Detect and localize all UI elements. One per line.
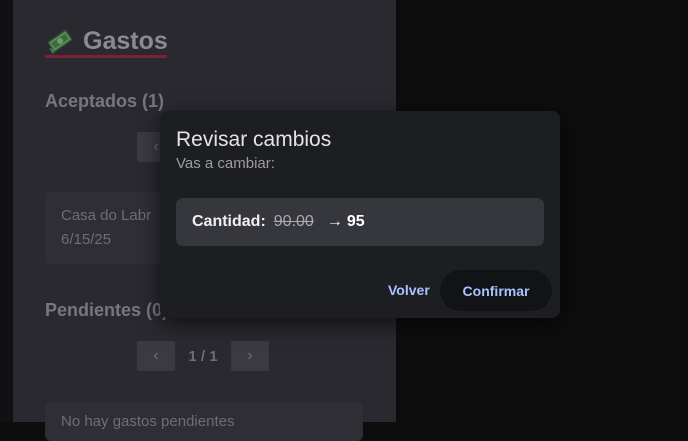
chevron-left-icon: ‹ (153, 138, 159, 155)
money-icon (45, 26, 75, 56)
pending-pager: ‹ 1 / 1 › (137, 341, 269, 371)
back-button[interactable]: Volver (382, 278, 436, 302)
empty-state: No hay gastos pendientes (45, 401, 363, 441)
confirm-button[interactable]: Confirmar (440, 270, 552, 311)
section-title-text: Gastos (83, 26, 168, 55)
review-changes-dialog: Revisar cambios Vas a cambiar: Cantidad:… (160, 111, 560, 318)
expense-name: Casa do Labr (61, 207, 152, 224)
next-page-button[interactable]: › (231, 341, 269, 371)
expense-date: 6/15/25 (61, 231, 112, 248)
pending-heading: Pendientes (0) (45, 300, 169, 320)
page-indicator: 1 / 1 (188, 347, 218, 365)
old-value: 90.00 (273, 213, 314, 230)
prev-page-button[interactable]: ‹ (137, 341, 175, 371)
expense-card[interactable]: Casa do Labr 6/15/25 (45, 192, 175, 264)
new-value: 95 (346, 213, 365, 230)
accepted-heading: Aceptados (1) (45, 91, 165, 111)
change-summary: Cantidad: 90.00 → 95 (176, 198, 544, 246)
dialog-subtitle: Vas a cambiar: (176, 155, 275, 172)
change-field-label: Cantidad: (192, 213, 266, 230)
chevron-left-icon: ‹ (153, 347, 159, 364)
title-underline (45, 55, 167, 58)
arrow-icon: → (326, 213, 343, 230)
section-title: Gastos (45, 26, 168, 56)
left-edge (0, 0, 13, 422)
chevron-right-icon: › (247, 347, 253, 364)
dialog-title: Revisar cambios (176, 128, 332, 151)
